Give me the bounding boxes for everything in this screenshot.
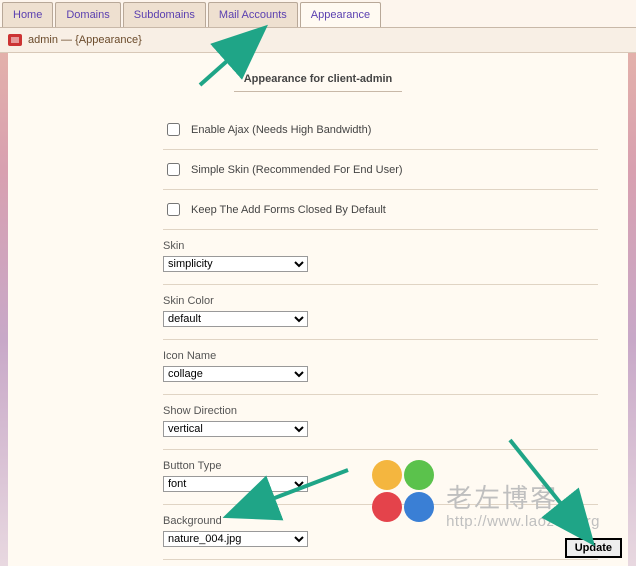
label-button-type: Button Type	[163, 460, 598, 472]
breadcrumb: admin — {Appearance}	[0, 28, 636, 53]
checkbox-simple-skin[interactable]	[167, 163, 180, 176]
label-keep-closed: Keep The Add Forms Closed By Default	[191, 204, 386, 216]
select-skin-color[interactable]: default	[163, 311, 308, 327]
tab-mail-accounts[interactable]: Mail Accounts	[208, 2, 298, 27]
select-icon-name[interactable]: collage	[163, 366, 308, 382]
label-skin: Skin	[163, 240, 598, 252]
checkbox-keep-closed[interactable]	[167, 203, 180, 216]
content-panel: Appearance for client-admin Enable Ajax …	[8, 53, 628, 566]
label-skin-color: Skin Color	[163, 295, 598, 307]
label-show-direction: Show Direction	[163, 405, 598, 417]
tabs-bar: Home Domains Subdomains Mail Accounts Ap…	[0, 0, 636, 28]
select-button-type[interactable]: font	[163, 476, 308, 492]
checkbox-enable-ajax[interactable]	[167, 123, 180, 136]
admin-icon	[8, 34, 22, 46]
select-background[interactable]: nature_004.jpg	[163, 531, 308, 547]
page-title: Appearance for client-admin	[234, 73, 403, 92]
tab-domains[interactable]: Domains	[55, 2, 120, 27]
breadcrumb-user: admin	[28, 34, 58, 46]
label-simple-skin: Simple Skin (Recommended For End User)	[191, 164, 403, 176]
select-show-direction[interactable]: vertical	[163, 421, 308, 437]
update-button[interactable]: Update	[565, 538, 622, 558]
tab-subdomains[interactable]: Subdomains	[123, 2, 206, 27]
breadcrumb-text: admin — {Appearance}	[28, 34, 142, 46]
label-icon-name: Icon Name	[163, 350, 598, 362]
label-enable-ajax: Enable Ajax (Needs High Bandwidth)	[191, 124, 371, 136]
tab-appearance[interactable]: Appearance	[300, 2, 381, 27]
breadcrumb-sep: —	[61, 34, 72, 46]
appearance-form: Enable Ajax (Needs High Bandwidth) Simpl…	[8, 110, 628, 566]
select-skin[interactable]: simplicity	[163, 256, 308, 272]
tab-home[interactable]: Home	[2, 2, 53, 27]
breadcrumb-section: {Appearance}	[75, 34, 142, 46]
label-background: Background	[163, 515, 598, 527]
